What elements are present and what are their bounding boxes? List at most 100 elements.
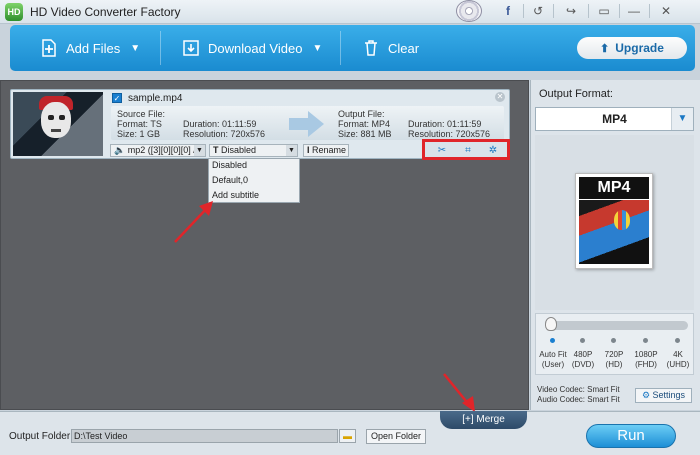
source-format: Format: TS [117, 119, 162, 129]
merge-icon: [+] [462, 414, 474, 425]
source-resolution: Resolution: 720x576 [183, 129, 266, 139]
arrow-up-icon: ⬆ [600, 42, 610, 55]
merge-button[interactable]: [+] Merge [440, 411, 527, 429]
chat-icon[interactable]: ▭ [593, 2, 615, 20]
output-format: Format: MP4 [338, 119, 391, 129]
trash-icon [362, 39, 380, 57]
disc-icon [456, 0, 482, 22]
merge-label: Merge [476, 414, 505, 425]
file-list-area[interactable]: ✓ sample.mp4 ✕ Source File: Format: TS D… [0, 80, 529, 410]
chevron-down-icon[interactable]: ▼ [194, 145, 205, 156]
annotation-arrow [443, 373, 475, 412]
separator [160, 31, 161, 65]
file-name: sample.mp4 [128, 93, 183, 104]
subtitle-option-disabled[interactable]: Disabled [212, 160, 247, 170]
text-icon: T [213, 145, 219, 155]
output-format-title: Output Format: [539, 88, 613, 100]
resolution-slider[interactable] [548, 321, 688, 330]
crop-icon[interactable]: ⌗ [461, 145, 475, 157]
add-files-button[interactable]: Add Files ▼ [40, 25, 140, 71]
title-bar: HD HD Video Converter Factory f ↺ ↪ ▭ — … [0, 0, 700, 24]
res-label-480: 480P (DVD) [571, 350, 595, 369]
rename-label: Rename [312, 145, 347, 155]
chevron-down-icon[interactable]: ▼ [671, 108, 693, 130]
download-video-button[interactable]: Download Video ▼ [182, 25, 322, 71]
upgrade-button[interactable]: ⬆ Upgrade [577, 37, 687, 59]
download-icon [182, 39, 200, 57]
audio-codec: Audio Codec: Smart Fit [537, 395, 620, 404]
effects-icon[interactable]: ✲ [486, 145, 500, 157]
res-dot-1080[interactable] [643, 338, 648, 343]
file-checkbox[interactable]: ✓ [112, 93, 122, 103]
res-dot-720[interactable] [611, 338, 616, 343]
clear-label: Clear [388, 40, 420, 56]
slider-handle[interactable] [545, 317, 557, 331]
output-folder-input[interactable]: D:\Test Video [71, 429, 338, 443]
res-dot-480[interactable] [580, 338, 585, 343]
chevron-down-icon[interactable]: ▼ [130, 43, 140, 54]
format-value: MP4 [602, 112, 627, 126]
close-icon[interactable]: ✕ [655, 2, 677, 20]
annotation-arrow [174, 201, 213, 243]
format-select[interactable]: MP4 ▼ [535, 107, 694, 131]
mp4-format-icon: MP4 [575, 173, 653, 269]
output-format-panel: Output Format: MP4 ▼ MP4 Auto Fit (User) … [530, 80, 700, 410]
video-thumbnail[interactable] [13, 92, 103, 156]
separator [523, 4, 524, 18]
convert-arrow [289, 118, 309, 130]
upgrade-label: Upgrade [615, 41, 664, 55]
output-size: Size: 881 MB [338, 129, 392, 139]
rename-icon: I [307, 145, 310, 155]
output-folder-label: Output Folder: [9, 431, 73, 442]
output-resolution: Resolution: 720x576 [408, 129, 491, 139]
undo-icon[interactable]: ↺ [527, 2, 549, 20]
subtitle-option-add[interactable]: Add subtitle [212, 190, 259, 200]
speaker-icon: 🔈 [114, 145, 126, 155]
file-info: Source File: Format: TS Duration: 01:11:… [111, 106, 504, 140]
folder-icon[interactable]: ▬ [339, 429, 356, 443]
separator [340, 31, 341, 65]
audio-track-select[interactable]: 🔈 mp2 ([3][0][0][0] /... ▼ [110, 144, 206, 157]
output-file-label: Output File: [338, 109, 385, 119]
rename-button[interactable]: I Rename [303, 144, 349, 157]
source-size: Size: 1 GB [117, 129, 161, 139]
separator [588, 4, 589, 18]
output-duration: Duration: 01:11:59 [408, 119, 482, 129]
subtitle-option-default[interactable]: Default,0 [212, 175, 248, 185]
settings-button[interactable]: ⚙ Settings [635, 388, 692, 403]
chevron-down-icon[interactable]: ▼ [312, 43, 322, 54]
source-duration: Duration: 01:11:59 [183, 119, 257, 129]
remove-file-icon[interactable]: ✕ [495, 92, 505, 102]
gear-icon: ⚙ [641, 390, 651, 400]
res-label-auto: Auto Fit (User) [539, 350, 567, 369]
edit-tools-highlight: ✂ ⌗ ✲ [422, 139, 510, 160]
separator [619, 4, 620, 18]
main-toolbar: Add Files ▼ Download Video ▼ Clear ⬆ Upg… [10, 25, 695, 71]
run-button[interactable]: Run [586, 424, 676, 448]
settings-label: Settings [652, 390, 686, 400]
separator [553, 4, 554, 18]
res-label-720: 720P (HD) [604, 350, 624, 369]
scissors-icon[interactable]: ✂ [435, 145, 449, 157]
res-dot-4k[interactable] [675, 338, 680, 343]
separator [649, 4, 650, 18]
mp4-label: MP4 [579, 177, 649, 199]
minimize-icon[interactable]: — [623, 2, 645, 20]
subtitle-dropdown-menu: Disabled Default,0 Add subtitle [208, 158, 300, 203]
audio-track-value: mp2 ([3][0][0][0] /... [127, 145, 204, 155]
subtitle-value: Disabled [221, 145, 257, 155]
facebook-icon[interactable]: f [497, 2, 519, 20]
app-logo-icon: HD [5, 3, 23, 21]
source-file-label: Source File: [117, 109, 166, 119]
clear-button[interactable]: Clear [362, 25, 419, 71]
format-preview[interactable]: MP4 [535, 135, 694, 310]
wrench-icon[interactable]: ↪ [560, 2, 582, 20]
res-label-4k: 4K (UHD) [666, 350, 690, 369]
download-video-label: Download Video [208, 40, 303, 56]
chevron-down-icon[interactable]: ▼ [286, 145, 297, 156]
res-dot-auto[interactable] [550, 338, 555, 343]
open-folder-button[interactable]: Open Folder [366, 429, 426, 444]
add-files-label: Add Files [66, 40, 121, 56]
subtitle-select[interactable]: T Disabled ▼ [209, 144, 298, 157]
res-label-1080: 1080P (FHD) [634, 350, 658, 369]
